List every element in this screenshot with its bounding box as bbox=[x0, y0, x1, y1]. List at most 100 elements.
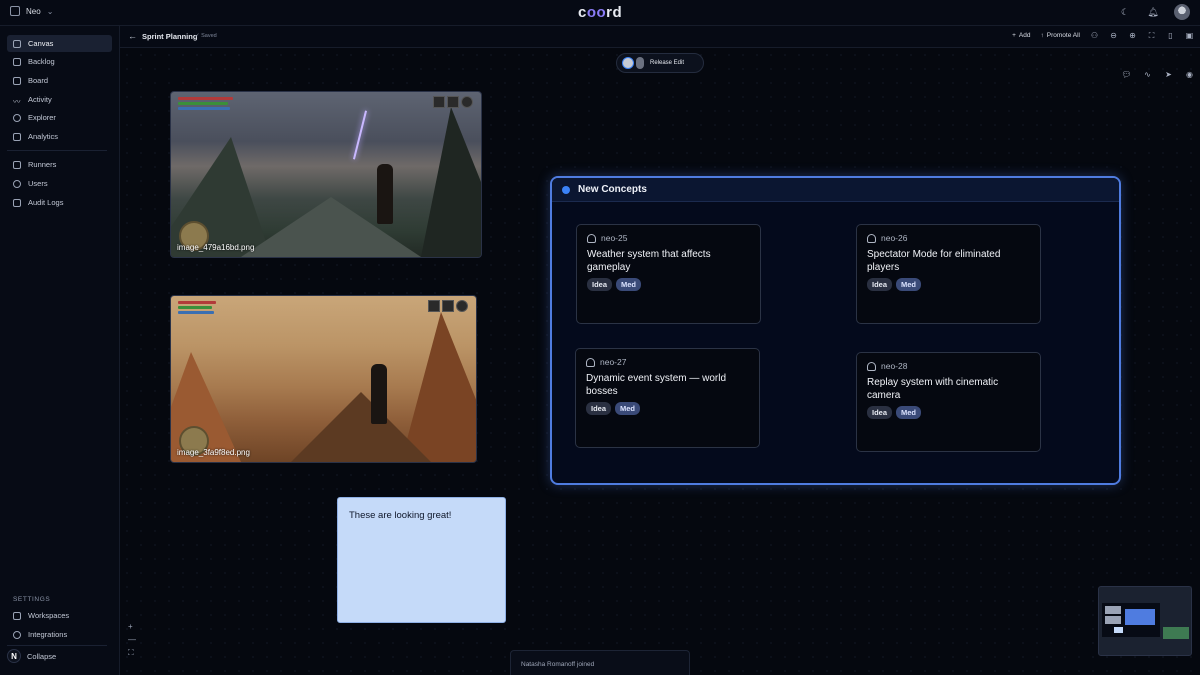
zoom-in-icon[interactable]: ⊕ bbox=[1128, 31, 1137, 40]
workspace-name: Neo bbox=[26, 6, 41, 16]
release-edit-pill[interactable]: Release Edit bbox=[616, 53, 704, 73]
issue-id: neo-27 bbox=[600, 357, 627, 367]
compass-icon bbox=[13, 113, 21, 122]
issue-id: neo-25 bbox=[601, 233, 628, 243]
sidebar-item-backlog[interactable]: Backlog bbox=[7, 53, 112, 70]
chart-icon bbox=[13, 132, 21, 141]
sidebar-item-board[interactable]: Board bbox=[7, 72, 112, 89]
sidebar-item-users[interactable]: Users bbox=[7, 175, 112, 192]
issue-title: Dynamic event system — world bosses bbox=[586, 373, 727, 397]
issue-id: neo-28 bbox=[881, 361, 908, 371]
tag-idea: Idea bbox=[587, 278, 613, 291]
grid-icon bbox=[13, 39, 21, 48]
building-icon bbox=[13, 611, 21, 620]
cursor-icon[interactable]: ➤ bbox=[1164, 70, 1173, 79]
server-icon bbox=[13, 160, 21, 169]
hud-icons bbox=[433, 96, 473, 108]
tag-priority: Med bbox=[896, 278, 922, 291]
sidebar: Canvas Backlog Board 〰 Activity Explorer… bbox=[0, 26, 120, 675]
sidebar-item-activity[interactable]: 〰 Activity bbox=[7, 91, 112, 108]
presence-toast: Natasha Romanoff joined bbox=[510, 650, 690, 675]
sidebar-divider-bottom bbox=[7, 645, 107, 646]
issue-title: Spectator Mode for eliminated players bbox=[867, 249, 1001, 273]
sidebar-item-explorer[interactable]: Explorer bbox=[7, 109, 112, 126]
app-root: Neo ⌄ coord ☾ 🔔︎ Canvas Backlog Board 〰 … bbox=[0, 0, 1200, 675]
plus-icon: + bbox=[1012, 32, 1016, 39]
tag-idea: Idea bbox=[586, 402, 612, 415]
issue-card[interactable]: neo-25 Weather system that affects gamep… bbox=[576, 224, 761, 324]
issue-title: Replay system with cinematic camera bbox=[867, 377, 999, 401]
issue-id: neo-26 bbox=[881, 233, 908, 243]
bell-icon[interactable]: 🔔︎ bbox=[1146, 5, 1160, 19]
tag-priority: Med bbox=[896, 406, 922, 419]
zoom-out-icon[interactable]: ⊖ bbox=[1109, 31, 1118, 40]
character-figure bbox=[377, 164, 393, 224]
workspace-switcher[interactable]: Neo ⌄ bbox=[10, 6, 53, 16]
promote-all-button[interactable]: ↑ Promote All bbox=[1041, 32, 1081, 39]
user-icon bbox=[586, 357, 595, 367]
hierarchy-icon[interactable]: ⚇ bbox=[1090, 31, 1099, 40]
user-avatar[interactable] bbox=[1174, 4, 1190, 20]
moon-icon[interactable]: ☾ bbox=[1118, 5, 1132, 19]
tag-idea: Idea bbox=[867, 406, 893, 419]
saved-status: ✓ Saved bbox=[195, 33, 217, 39]
user-icon bbox=[867, 361, 876, 371]
sidebar-item-canvas[interactable]: Canvas bbox=[7, 35, 112, 52]
issue-card[interactable]: neo-27 Dynamic event system — world boss… bbox=[575, 348, 760, 448]
fit-view-icon[interactable]: ⛶ bbox=[128, 648, 136, 658]
tag-idea: Idea bbox=[867, 278, 893, 291]
canvas-minimap[interactable] bbox=[1098, 586, 1192, 656]
pulse-icon[interactable]: ∿ bbox=[1143, 70, 1152, 79]
tag-priority: Med bbox=[615, 402, 641, 415]
zoom-in-icon[interactable]: + bbox=[128, 622, 136, 631]
add-button[interactable]: + Add bbox=[1012, 32, 1030, 39]
lightning-bolt bbox=[352, 110, 368, 160]
sidebar-item-workspaces[interactable]: Workspaces bbox=[7, 607, 112, 624]
zoom-out-icon[interactable]: — bbox=[128, 635, 136, 644]
image-card-sandstorm[interactable]: image_3fa9f8ed.png bbox=[170, 295, 477, 463]
sticky-note[interactable]: These are looking great! bbox=[337, 497, 506, 623]
back-arrow-icon[interactable]: ← bbox=[128, 31, 137, 41]
top-bar: Neo ⌄ coord ☾ 🔔︎ bbox=[0, 0, 1200, 26]
board-actions: + Add ↑ Promote All ⚇ ⊖ ⊕ ⛶ ▯ ▣ bbox=[1012, 31, 1194, 41]
image-filename: image_479a16bd.png bbox=[177, 243, 255, 252]
release-edit-label: Release Edit bbox=[650, 60, 685, 66]
image-filename: image_3fa9f8ed.png bbox=[177, 448, 250, 457]
user-icon bbox=[587, 233, 596, 243]
panel-icon[interactable]: ▯ bbox=[1166, 31, 1175, 40]
settings-section-label: SETTINGS bbox=[13, 596, 51, 603]
arrow-up-icon: ↑ bbox=[1040, 32, 1044, 39]
group-new-concepts[interactable]: New Concepts neo-25 Weather system that … bbox=[550, 176, 1121, 485]
sidebar-item-runners[interactable]: Runners bbox=[7, 156, 112, 173]
eye-icon[interactable]: ◉ bbox=[1185, 70, 1194, 79]
issue-title: Weather system that affects gameplay bbox=[587, 249, 711, 273]
chevron-down-icon: ⌄ bbox=[46, 6, 54, 16]
board-title: Sprint Planning bbox=[142, 32, 198, 41]
board-icon bbox=[13, 76, 21, 85]
top-right-actions: ☾ 🔔︎ bbox=[1118, 4, 1190, 20]
collapse-button[interactable]: N Collapse bbox=[7, 649, 56, 663]
save-icon[interactable]: ▣ bbox=[1185, 31, 1194, 40]
hud-icons bbox=[428, 300, 468, 312]
sidebar-item-integrations[interactable]: Integrations bbox=[7, 626, 112, 643]
tag-priority: Med bbox=[616, 278, 642, 291]
group-title: New Concepts bbox=[578, 184, 647, 195]
canvas-tools: 💬︎ ∿ ➤ ◉ bbox=[1121, 70, 1194, 79]
group-header[interactable]: New Concepts bbox=[552, 178, 1119, 202]
activity-icon: 〰 bbox=[13, 96, 21, 106]
issue-card[interactable]: neo-26 Spectator Mode for eliminated pla… bbox=[856, 224, 1041, 324]
sidebar-divider bbox=[7, 150, 107, 151]
issue-card[interactable]: neo-28 Replay system with cinematic came… bbox=[856, 352, 1041, 452]
comment-icon[interactable]: 💬︎ bbox=[1121, 70, 1131, 79]
fullscreen-icon[interactable]: ⛶ bbox=[1147, 31, 1156, 40]
user-icon bbox=[867, 233, 876, 243]
image-card-storm[interactable]: image_479a16bd.png bbox=[170, 91, 482, 258]
zoom-controls: + — ⛶ bbox=[128, 622, 136, 658]
sidebar-item-analytics[interactable]: Analytics bbox=[7, 128, 112, 145]
sidebar-item-audit-logs[interactable]: Audit Logs bbox=[7, 194, 112, 211]
gear-icon bbox=[13, 630, 21, 639]
avatar bbox=[622, 57, 634, 69]
canvas[interactable]: Release Edit 💬︎ ∿ ➤ ◉ image_479a16bd.png bbox=[120, 48, 1200, 675]
workspace-icon bbox=[10, 6, 20, 16]
group-status-dot bbox=[562, 185, 570, 194]
